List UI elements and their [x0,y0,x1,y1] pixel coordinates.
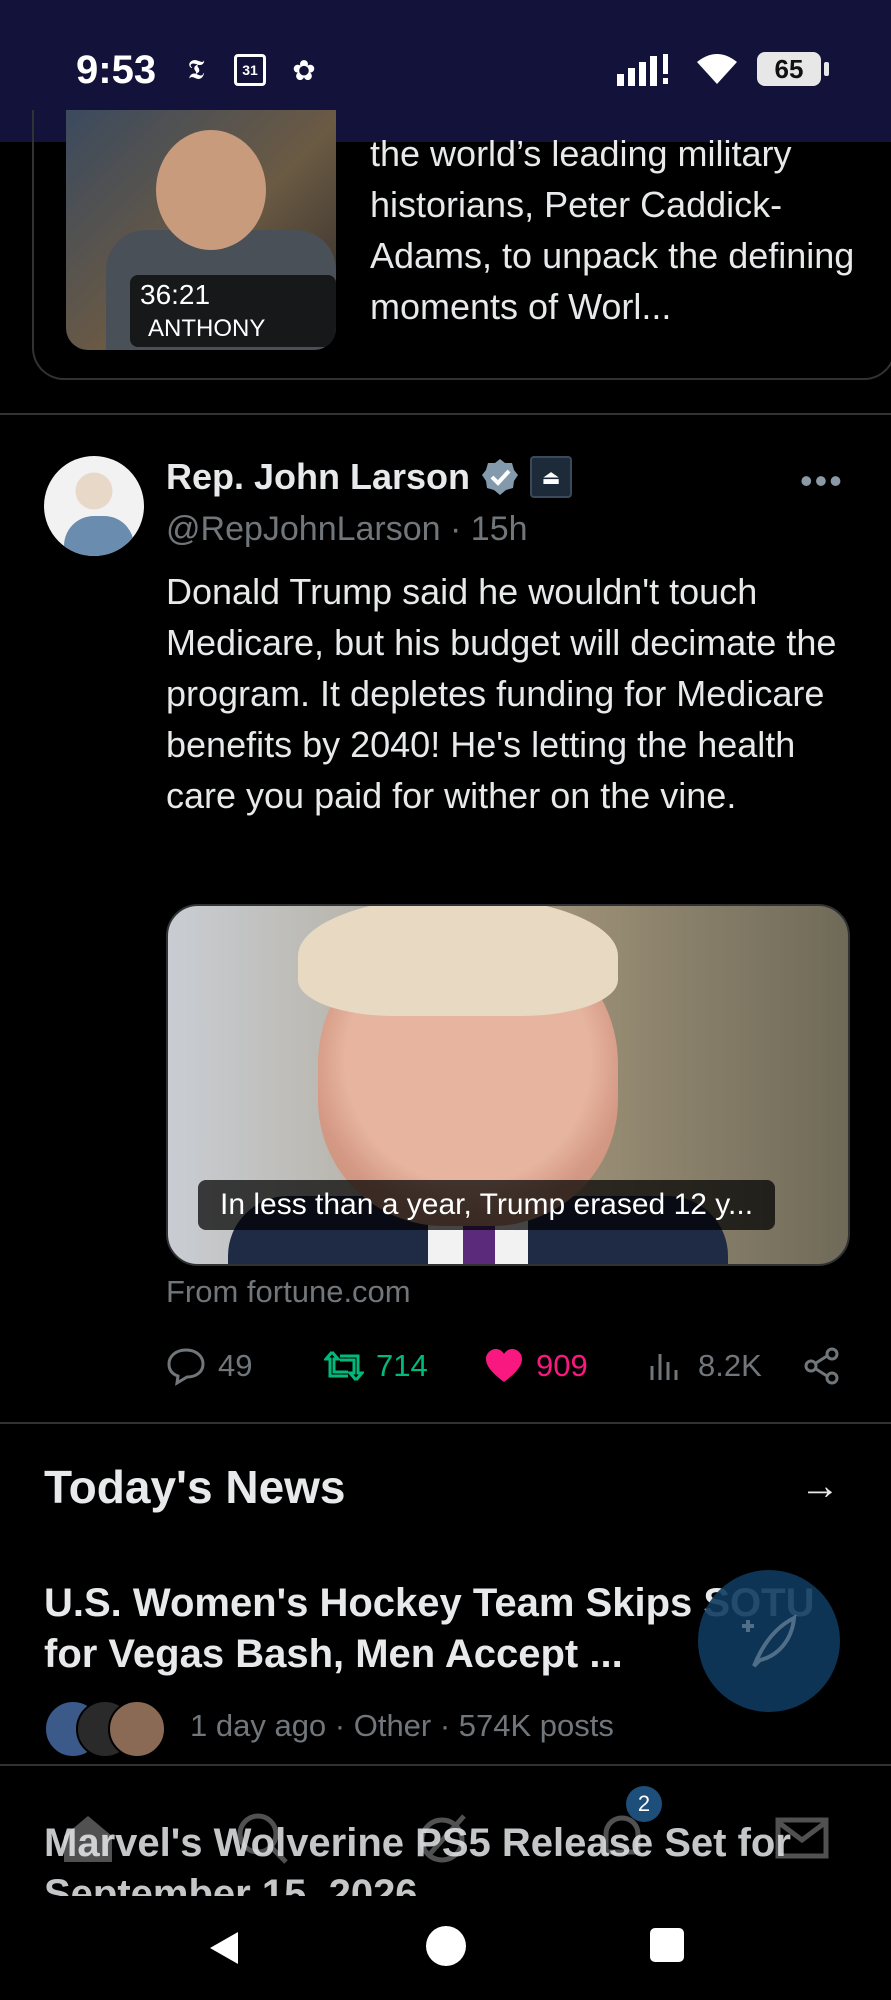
video-duration: 36:21 ANTHONY [130,275,336,347]
avatar[interactable] [44,456,144,556]
more-options-icon[interactable]: ••• [800,460,844,502]
verified-badge-icon [482,459,519,495]
video-thumbnail[interactable]: 36:21 ANTHONY [66,110,336,350]
news-item-meta: 1 day ago · Other · 574K posts [190,1708,614,1743]
link-card-caption: In less than a year, Trump erased 12 y..… [198,1180,776,1230]
author-name[interactable]: Rep. John Larson [166,456,470,498]
thumbnail-label: ANTHONY [148,315,266,342]
like-count: 909 [536,1348,588,1383]
link-source[interactable]: From fortune.com [166,1274,411,1310]
battery-indicator: 65 [757,52,829,86]
tweet-actions: 49 714 909 8.2K [166,1346,856,1396]
divider [0,413,891,415]
news-item-title[interactable]: Marvel's Wolverine PS5 Release Set for S… [44,1818,891,1896]
heart-icon [486,1349,522,1382]
chatgpt-icon: ✿ [292,54,316,86]
repost-icon [324,1351,364,1381]
views-count: 8.2K [698,1348,762,1383]
tweet-text: Donald Trump said he wouldn't touch Medi… [166,571,837,816]
status-right: 65 [617,52,829,86]
avatar [108,1700,166,1758]
like-button[interactable]: 909 [484,1346,588,1386]
compose-button[interactable] [698,1570,840,1712]
views-icon [650,1354,678,1380]
nyt-icon: 𝕿 [187,53,205,85]
reply-button[interactable]: 49 [166,1346,252,1386]
previous-post-card[interactable]: 36:21 ANTHONY the world’s leading milita… [32,110,891,380]
arrow-right-icon[interactable]: → [800,1464,840,1509]
duration-text: 36:21 [140,279,211,310]
author-row: Rep. John Larson ⏏ [166,456,573,498]
notification-badge: 2 [626,1786,662,1822]
divider [0,1422,891,1424]
system-navigation-bar [0,1896,891,2000]
thumbnail-person [156,130,266,250]
calendar-icon: 31 [234,54,266,86]
handle-time: @RepJohnLarson · 15h [166,510,528,548]
share-button[interactable] [802,1346,842,1386]
repost-button[interactable]: 714 [324,1346,428,1386]
avatar-suit [64,516,134,556]
news-avatars [44,1700,166,1758]
home-button[interactable] [426,1926,466,1966]
reply-count: 49 [218,1348,253,1383]
reply-icon [167,1348,205,1386]
repost-count: 714 [376,1348,428,1383]
signal-icon [617,54,668,86]
previous-post-text: the world’s leading military historians,… [370,133,855,327]
section-title: Today's News [44,1461,346,1513]
views-button[interactable]: 8.2K [646,1346,762,1386]
status-left-icons: 𝕿 31 ✿ [180,54,320,86]
image-hair [298,906,618,1016]
share-icon [804,1347,839,1385]
link-card-image[interactable]: In less than a year, Trump erased 12 y..… [166,904,850,1266]
status-time: 9:53 [76,48,157,92]
recents-button[interactable] [650,1928,684,1962]
compose-feather-icon [742,1614,797,1668]
government-badge-icon: ⏏ [530,456,573,498]
wifi-icon [697,54,737,84]
back-icon[interactable] [204,1928,244,1968]
